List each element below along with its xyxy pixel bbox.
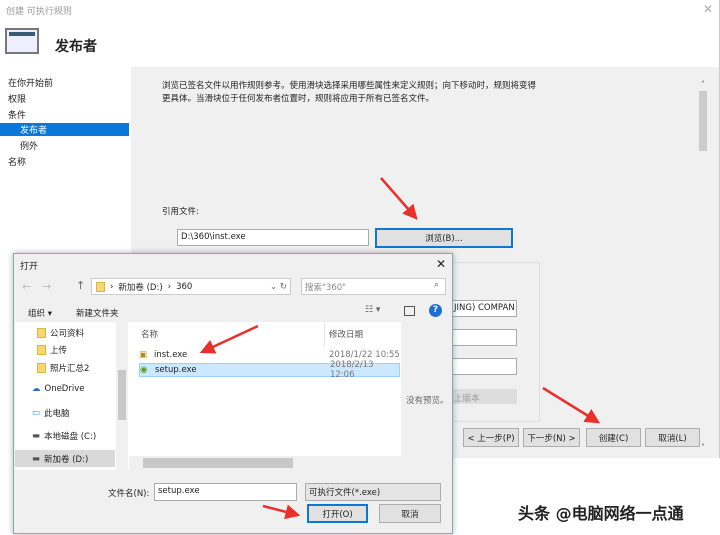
arrow-to-create: [542, 386, 601, 424]
arrow-to-inst: [199, 324, 259, 354]
annotation-arrows: [199, 177, 601, 520]
arrow-to-browse: [380, 177, 418, 220]
arrow-to-open: [262, 504, 301, 520]
watermark: 头条 @电脑网络一点通: [518, 504, 684, 523]
